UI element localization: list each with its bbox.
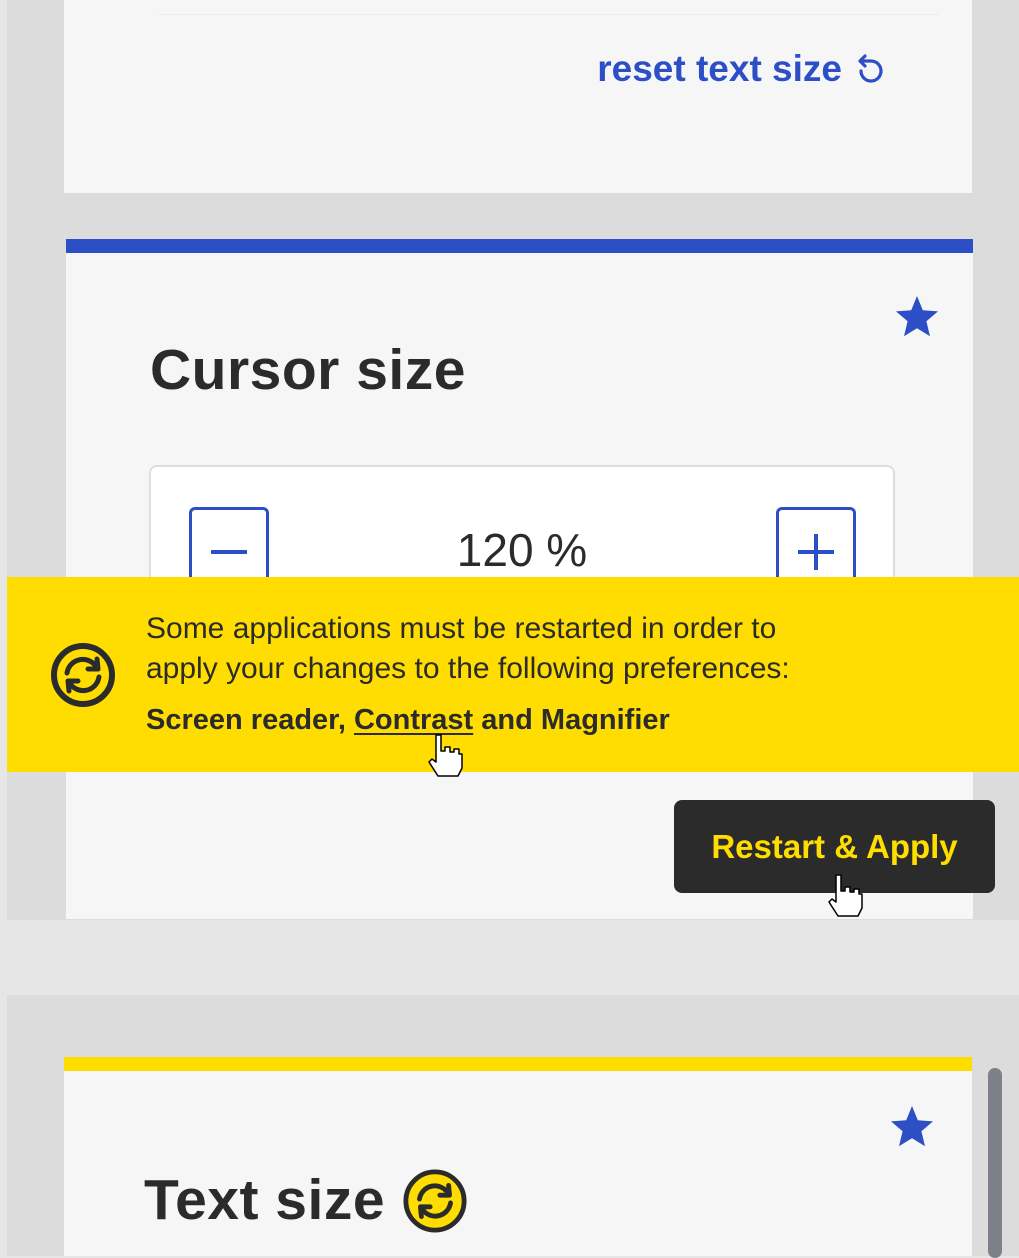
pref-magnifier: Magnifier (540, 704, 670, 736)
divider (159, 0, 939, 15)
pref-screen-reader: Screen reader (146, 704, 338, 736)
separator: , (337, 704, 346, 736)
hand-cursor-icon (428, 734, 463, 777)
reset-icon (858, 54, 883, 83)
text-size-card-footer: reset text size (64, 0, 972, 193)
text-size-card: Text size (64, 1057, 972, 1256)
reset-text-size-link[interactable]: reset text size (597, 48, 886, 90)
restart-icon (403, 1169, 467, 1233)
star-icon[interactable] (893, 293, 941, 341)
plus-icon (798, 534, 834, 570)
text-size-title: Text size (144, 1168, 386, 1232)
restart-message: Some applications must be restarted in o… (146, 612, 790, 685)
star-icon[interactable] (888, 1103, 936, 1151)
cursor-size-title: Cursor size (150, 338, 466, 402)
reset-text-size-label: reset text size (597, 48, 842, 89)
conjunction: and (481, 704, 533, 736)
restart-preferences-list: Screen reader, Contrast and Magnifier (146, 704, 670, 737)
restart-icon (51, 643, 115, 707)
pref-contrast-link[interactable]: Contrast (354, 704, 473, 736)
hand-cursor-icon (828, 874, 863, 917)
scrollbar[interactable] (988, 1068, 1002, 1258)
